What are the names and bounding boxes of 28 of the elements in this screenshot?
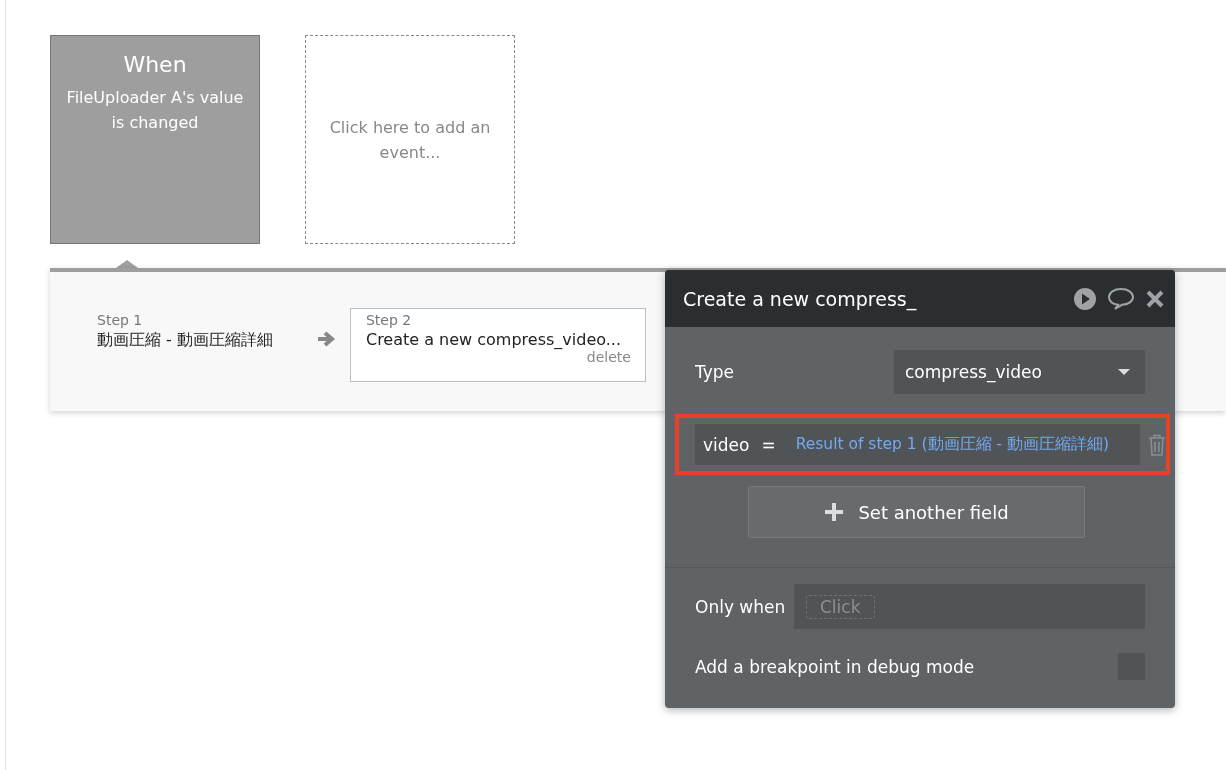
- field-expression[interactable]: Result of step 1 (動画圧縮 - 動画圧縮詳細): [795, 434, 1110, 455]
- only-when-label: Only when: [695, 596, 786, 617]
- panel-title: Create a new compress_: [683, 287, 918, 310]
- arrow-icon: [315, 330, 336, 348]
- step-name: Create a new compress_video...: [365, 330, 622, 349]
- field-value-input[interactable]: video = Result of step 1 (動画圧縮 - 動画圧縮詳細): [695, 424, 1141, 465]
- event-title: When: [123, 52, 187, 77]
- event-description: FileUploader A's value is changed: [65, 87, 245, 134]
- type-label: Type: [695, 362, 735, 382]
- caret-icon: [1117, 368, 1131, 376]
- step-label: Step 1: [97, 312, 144, 328]
- add-event-card[interactable]: Click here to add an event...: [305, 35, 515, 244]
- set-another-field-button[interactable]: Set another field: [748, 486, 1085, 538]
- play-icon[interactable]: [1073, 286, 1097, 311]
- event-description: Click here to add an event...: [328, 116, 492, 164]
- comment-icon[interactable]: [1107, 286, 1135, 311]
- step-card[interactable]: Step 2 Create a new compress_video... delete: [349, 308, 646, 382]
- delete-link[interactable]: delete: [586, 349, 631, 365]
- step-card[interactable]: Step 1 動画圧縮 - 動画圧縮詳細: [96, 308, 288, 382]
- breakpoint-label: Add a breakpoint in debug mode: [695, 656, 975, 677]
- close-icon[interactable]: [1145, 288, 1165, 309]
- equals-sign: =: [761, 434, 776, 455]
- plus-icon: [824, 502, 845, 522]
- step-name: 動画圧縮 - 動画圧縮詳細: [97, 330, 273, 351]
- field-name: video: [703, 434, 750, 455]
- condition-placeholder: Click: [806, 594, 875, 619]
- type-dropdown[interactable]: compress_video: [894, 350, 1145, 394]
- step-label: Step 2: [365, 312, 413, 328]
